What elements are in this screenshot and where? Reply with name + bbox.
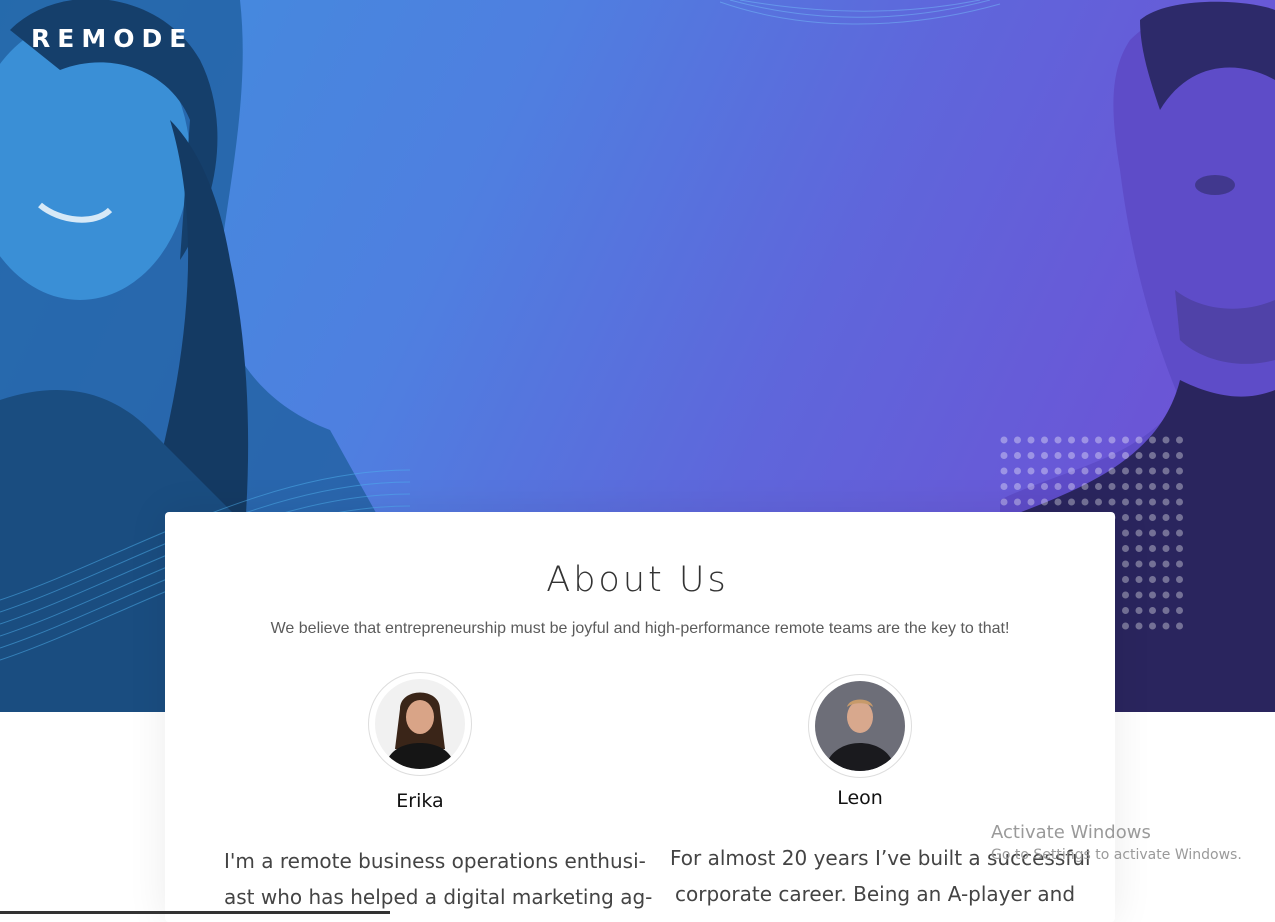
- avatar-photo-erika: [375, 679, 465, 769]
- avatar-erika: [368, 672, 472, 776]
- team-bio-erika: I'm a remote business operations enthusi…: [224, 843, 652, 915]
- about-subtitle: We believe that entrepreneurship must be…: [270, 620, 1010, 637]
- watermark-title: Activate Windows: [991, 822, 1151, 843]
- avatar-photo-leon: [815, 681, 905, 771]
- avatar-leon: [808, 674, 912, 778]
- team-name-erika: Erika: [396, 790, 444, 812]
- windows-activation-watermark: Activate Windows Go to Settings to activ…: [991, 822, 1242, 863]
- bio-line: ast who has helped a digital marketing a…: [224, 885, 653, 909]
- bio-line: I'm a remote business operations enthusi…: [224, 849, 646, 873]
- brand-logo[interactable]: REMODE: [31, 24, 193, 53]
- watermark-subtitle: Go to Settings to activate Windows.: [991, 847, 1242, 863]
- about-title: About Us: [546, 560, 729, 600]
- hero-wave-lines: [720, 0, 1001, 25]
- bio-line: corporate career. Being an A-player and: [675, 882, 1076, 906]
- team-name-leon: Leon: [837, 787, 883, 809]
